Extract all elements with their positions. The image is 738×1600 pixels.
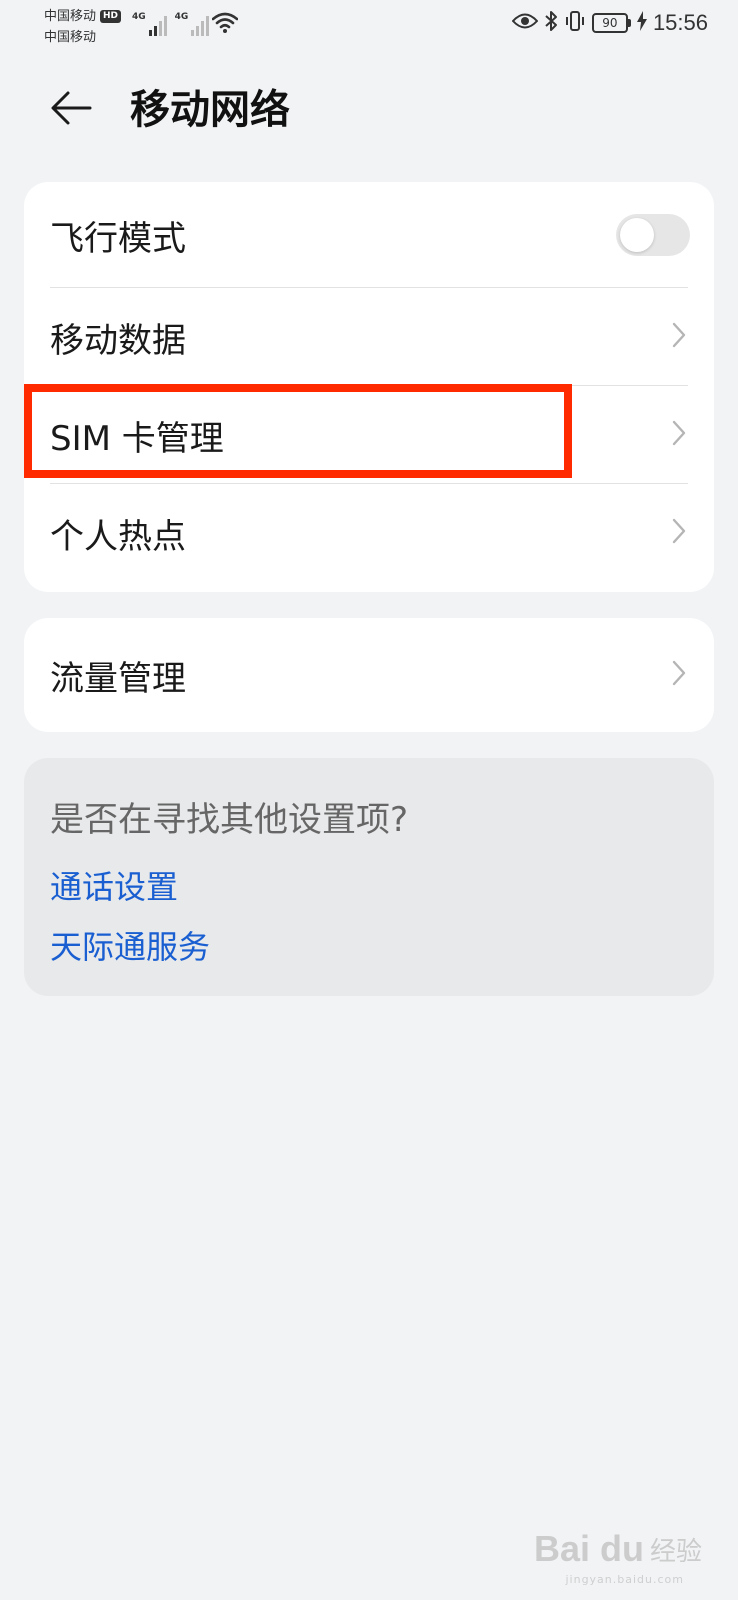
signal-2-tag: 4G [174,12,189,22]
suggestions-panel: 是否在寻找其他设置项? 通话设置 天际通服务 [24,758,714,996]
data-usage-management-row[interactable]: 流量管理 [24,618,714,732]
signal-indicators: 4G 4G [132,12,210,36]
signal-icon: 4G [132,12,167,36]
hd-badge: HD [100,10,122,23]
status-bar: 中国移动 HD 中国移动 4G 4G 90 15:56 [0,0,738,52]
row-label: 移动数据 [50,320,186,361]
row-label: 个人热点 [50,516,186,557]
carrier-info: 中国移动 HD 中国移动 [44,6,122,48]
watermark-url: jingyan.baidu.com [565,1573,684,1586]
row-label: 流量管理 [50,658,186,699]
header: 移动网络 [0,72,738,148]
airplane-mode-toggle[interactable] [616,214,690,256]
baidu-watermark: Bai du 经验 [534,1528,702,1570]
sim-card-management-row[interactable]: SIM 卡管理 [24,386,714,484]
back-button[interactable] [44,82,100,138]
row-label: SIM 卡管理 [50,418,224,459]
wifi-icon [211,12,239,38]
bluetooth-icon [544,10,558,36]
call-settings-link[interactable]: 通话设置 [50,862,178,908]
chevron-right-icon [672,518,686,548]
carrier-1-name: 中国移动 [44,9,97,24]
chevron-right-icon [672,322,686,352]
battery-icon: 90 [591,13,631,33]
skytone-service-link[interactable]: 天际通服务 [50,922,210,968]
row-label: 飞行模式 [50,218,186,259]
eye-comfort-icon [511,12,539,34]
chevron-right-icon [672,420,686,450]
data-usage-card: 流量管理 [24,618,714,732]
watermark-logo: Bai du [533,1528,644,1569]
signal-1-tag: 4G [132,12,146,22]
airplane-mode-row[interactable]: 飞行模式 [24,182,714,288]
watermark-text: 经验 [649,1536,702,1567]
personal-hotspot-row[interactable]: 个人热点 [24,484,714,582]
chevron-right-icon [672,660,686,690]
mobile-data-row[interactable]: 移动数据 [24,288,714,386]
vibrate-icon [564,10,586,36]
back-arrow-icon [50,90,94,130]
suggestions-title: 是否在寻找其他设置项? [50,800,409,840]
status-right: 90 15:56 [511,10,708,36]
clock: 15:56 [652,10,708,35]
carrier-2-name: 中国移动 [44,30,97,45]
battery-level: 90 [591,13,628,33]
signal-icon: 4G [175,12,210,36]
network-settings-card: 飞行模式 移动数据 SIM 卡管理 个人热点 [24,182,714,592]
page-title: 移动网络 [130,87,290,133]
charging-icon [636,11,647,35]
